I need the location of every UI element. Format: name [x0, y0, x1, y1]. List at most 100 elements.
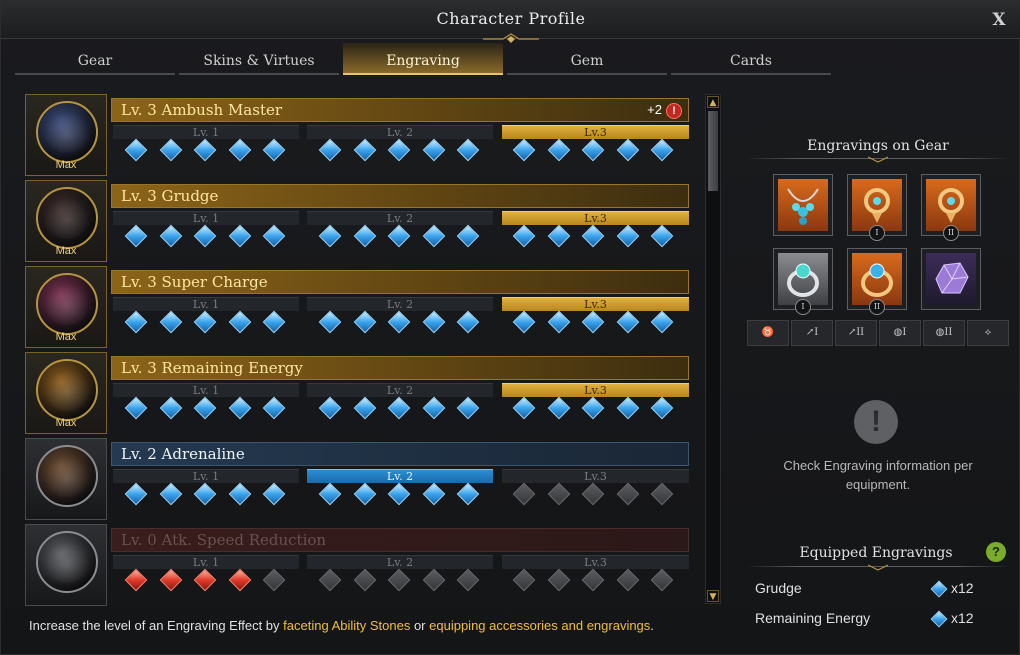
scroll-thumb[interactable]: [708, 111, 718, 191]
engraving-icon: [36, 273, 98, 335]
node-gem-icon: [650, 482, 674, 506]
equipped-name: Remaining Energy: [755, 610, 871, 626]
node-gem-icon: [228, 568, 251, 592]
ring-icon: [778, 253, 828, 305]
engraving-row[interactable]: Max Lv. 3 Ambush Master +2! Lv. 1 Lv. 2 Lv.3: [25, 94, 693, 176]
engraving-name: Lv. 3 Super Charge: [121, 273, 268, 291]
engraving-row[interactable]: Max Lv. 3 Grudge Lv. 1 Lv. 2 Lv.3: [25, 180, 693, 262]
filter-earring-2-icon[interactable]: ↗II: [835, 320, 877, 346]
level-tier-label: Lv. 2: [307, 125, 493, 139]
engraving-row[interactable]: Lv. 0 Atk. Speed Reduction Lv. 1 Lv. 2 Lv.3: [25, 524, 693, 606]
scroll-down-icon[interactable]: ▼: [707, 590, 719, 602]
engraving-list[interactable]: Max Lv. 3 Ambush Master +2! Lv. 1 Lv. 2 Lv.3 M…: [25, 94, 697, 606]
gear-slot-ring-1[interactable]: I: [773, 248, 833, 315]
equipped-row: Remaining Energy x12: [755, 607, 1001, 629]
node-gem-icon: [581, 568, 605, 592]
gear-slot-ring-2[interactable]: II: [847, 248, 907, 315]
node-gem-icon: [456, 224, 480, 248]
node-gem-icon: [193, 138, 217, 162]
filter-roman: II: [944, 327, 953, 338]
gear-slot-earring-1[interactable]: I: [847, 174, 907, 241]
node-gem-icon: [422, 396, 445, 420]
engraving-name-bar: Lv. 3 Grudge: [111, 184, 689, 208]
divider-ornament-icon: [868, 156, 888, 163]
node-gem-icon: [387, 224, 411, 248]
node-gem-icon: [547, 224, 570, 248]
necklace-icon: [778, 179, 828, 231]
tab-engraving[interactable]: Engraving: [343, 43, 503, 75]
title-bar: Character Profile X: [1, 1, 1020, 43]
engraving-icon: [36, 445, 98, 507]
node-gem-icon: [159, 310, 182, 334]
equipped-count: x12: [930, 577, 974, 599]
equipped-row: Grudge x12: [755, 577, 1001, 599]
engraving-row[interactable]: Lv. 2 Adrenaline Lv. 1 Lv. 2 Lv.3: [25, 438, 693, 520]
node-gem-icon: [456, 568, 480, 592]
tab-bar: Gear Skins & Virtues Engraving Gem Cards: [15, 43, 835, 75]
scrollbar[interactable]: ▲ ▼: [705, 94, 721, 604]
gear-slot-earring-2[interactable]: II: [921, 174, 981, 241]
tab-cards[interactable]: Cards: [671, 43, 831, 75]
node-gem-icon: [193, 310, 217, 334]
node-gem-icon: [159, 224, 182, 248]
level-tier-label: Lv. 1: [113, 383, 299, 397]
engraving-row[interactable]: Max Lv. 3 Remaining Energy Lv. 1 Lv. 2 Lv.3: [25, 352, 693, 434]
node-gem-icon: [228, 138, 251, 162]
level-tier-label: Lv.3: [502, 469, 689, 483]
engraving-portrait: [25, 524, 107, 606]
close-button[interactable]: X: [987, 8, 1011, 32]
node-gem-icon: [616, 482, 639, 506]
gear-slot-necklace[interactable]: [773, 174, 833, 236]
filter-stone-icon[interactable]: ⟡: [967, 320, 1009, 346]
node-gem-icon: [650, 310, 674, 334]
filter-ring-1-icon[interactable]: ◍I: [879, 320, 921, 346]
engraving-icon: [36, 101, 98, 163]
node-gem-icon: [547, 396, 570, 420]
level-tier-label: Lv. 2: [307, 555, 493, 569]
level-tier-label: Lv. 1: [113, 469, 299, 483]
node-gem-icon: [353, 396, 376, 420]
engraving-row[interactable]: Max Lv. 3 Super Charge Lv. 1 Lv. 2 Lv.3: [25, 266, 693, 348]
node-gem-icon: [650, 568, 674, 592]
help-button[interactable]: ?: [986, 542, 1006, 562]
filter-roman: II: [856, 327, 865, 338]
bonus-indicator[interactable]: +2!: [647, 99, 682, 121]
node-gem-icon: [616, 224, 639, 248]
engraving-name-bar: Lv. 2 Adrenaline: [111, 442, 689, 466]
node-gem-icon: [422, 568, 445, 592]
engraving-icon: [36, 531, 98, 593]
gear-info-text: Check Engraving information per equipmen…: [783, 458, 973, 492]
equipped-name: Grudge: [755, 580, 802, 596]
engraving-art: [44, 369, 90, 411]
tab-gear[interactable]: Gear: [15, 43, 175, 75]
node-gem-icon: [262, 138, 286, 162]
node-gem-icon: [456, 482, 480, 506]
level-tier-label: Lv. 2: [307, 383, 493, 397]
filter-necklace-icon[interactable]: ♉: [747, 320, 789, 346]
filter-earring-1-icon[interactable]: ↗I: [791, 320, 833, 346]
engraving-name: Lv. 0 Atk. Speed Reduction: [121, 531, 327, 549]
tab-skins-virtues[interactable]: Skins & Virtues: [179, 43, 339, 75]
max-badge: Max: [55, 331, 77, 343]
node-gem-icon: [387, 568, 411, 592]
node-gem-icon: [124, 310, 148, 334]
footer-middle: or: [410, 618, 430, 633]
gear-slot-ability-stone[interactable]: [921, 248, 981, 310]
engraving-name: Lv. 2 Adrenaline: [121, 445, 245, 463]
node-gem-icon: [422, 224, 445, 248]
level-tier-label: Lv. 1: [113, 555, 299, 569]
scroll-up-icon[interactable]: ▲: [707, 96, 719, 108]
node-gem-icon: [353, 310, 376, 334]
node-gem-icon: [193, 396, 217, 420]
node-gem-icon: [228, 310, 251, 334]
max-badge: Max: [55, 417, 77, 429]
node-gem-icon: [228, 396, 251, 420]
node-gem-icon: [422, 310, 445, 334]
node-gem-icon: [512, 138, 536, 162]
node-gem-icon: [159, 138, 182, 162]
tab-gem[interactable]: Gem: [507, 43, 667, 75]
filter-ring-2-icon[interactable]: ◍II: [923, 320, 965, 346]
engraving-art: [44, 111, 90, 153]
node-gem-icon: [581, 310, 605, 334]
node-gem-icon: [650, 224, 674, 248]
